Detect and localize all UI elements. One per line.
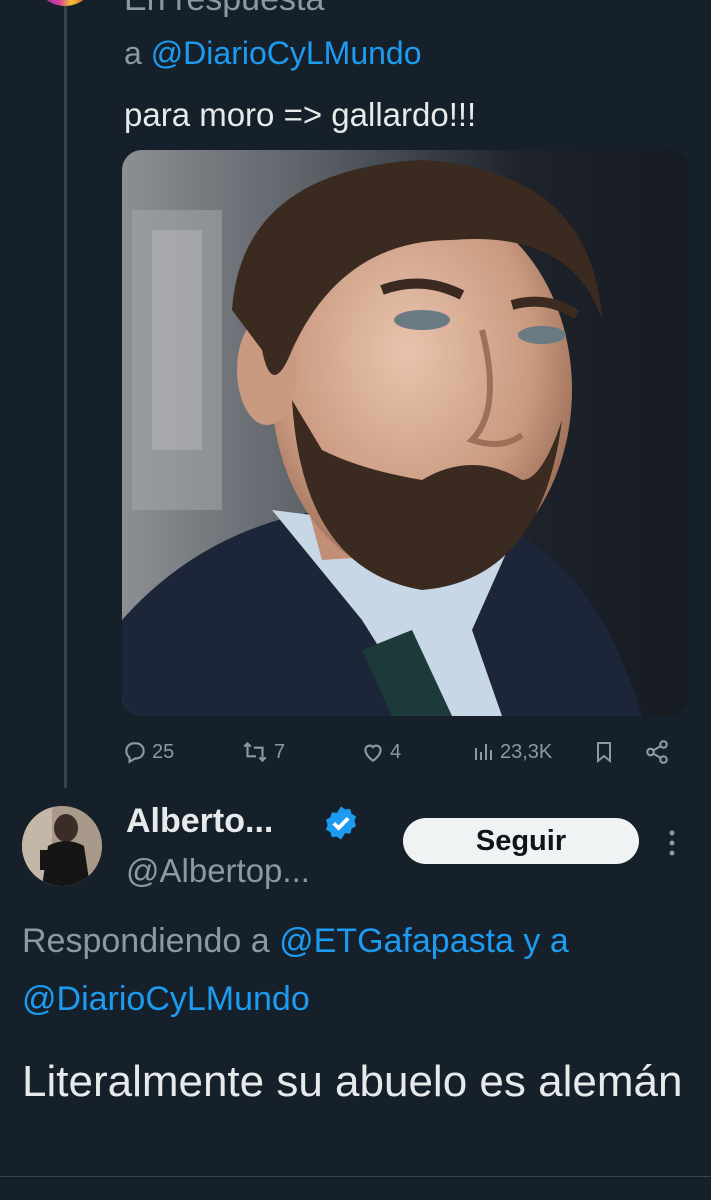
thread-line: [64, 0, 67, 788]
retweet-count: 7: [274, 740, 286, 763]
reply-count: 25: [152, 740, 175, 763]
user-handle[interactable]: @Albertop...: [126, 852, 310, 890]
responding-mention-2[interactable]: @DiarioCyLMundo: [22, 980, 310, 1018]
reply-icon: [122, 739, 148, 765]
retweet-action[interactable]: 7: [240, 734, 285, 770]
avatar[interactable]: [22, 806, 102, 886]
responding-prefix: Respondiendo a: [22, 922, 270, 960]
more-icon[interactable]: [664, 828, 680, 858]
avatar-illustration: [22, 806, 102, 886]
responding-and: y a: [523, 922, 569, 960]
follow-button[interactable]: Seguir: [403, 818, 639, 864]
tweet-text: Literalmente su abuelo es alemán: [22, 1057, 683, 1106]
top-avatar[interactable]: [34, 0, 96, 6]
views-count: 23,3K: [500, 740, 553, 763]
tweet-text: para moro => gallardo!!!: [124, 96, 477, 133]
divider: [0, 1176, 711, 1177]
like-icon: [360, 739, 386, 765]
retweet-icon: [240, 739, 270, 765]
display-name[interactable]: Alberto...: [126, 802, 273, 841]
responding-to-line2: @DiarioCyLMundo: [22, 980, 310, 1019]
responding-mention-1[interactable]: @ETGafapasta: [279, 922, 514, 960]
bookmark-icon: [592, 739, 616, 765]
views-action[interactable]: 23,3K: [472, 734, 552, 770]
reply-context: a @DiarioCyLMundo: [124, 35, 422, 72]
responding-to: Respondiendo a @ETGafapasta y a: [22, 922, 569, 961]
verified-icon: [322, 804, 360, 842]
clipped-reply-label: En respuesta: [124, 0, 324, 19]
like-count: 4: [390, 740, 402, 763]
share-icon: [644, 739, 670, 765]
reply-prefix: a: [124, 35, 142, 71]
reply-action[interactable]: 25: [122, 734, 174, 770]
like-action[interactable]: 4: [360, 734, 401, 770]
bookmark-action[interactable]: [592, 734, 616, 770]
photo-illustration: [122, 150, 688, 716]
share-action[interactable]: [644, 734, 670, 770]
tweet-photo[interactable]: [122, 150, 688, 716]
reply-mention-link[interactable]: @DiarioCyLMundo: [151, 35, 422, 71]
tweet-actions: 25 7 4 23,3K: [122, 734, 688, 770]
views-icon: [472, 739, 496, 765]
